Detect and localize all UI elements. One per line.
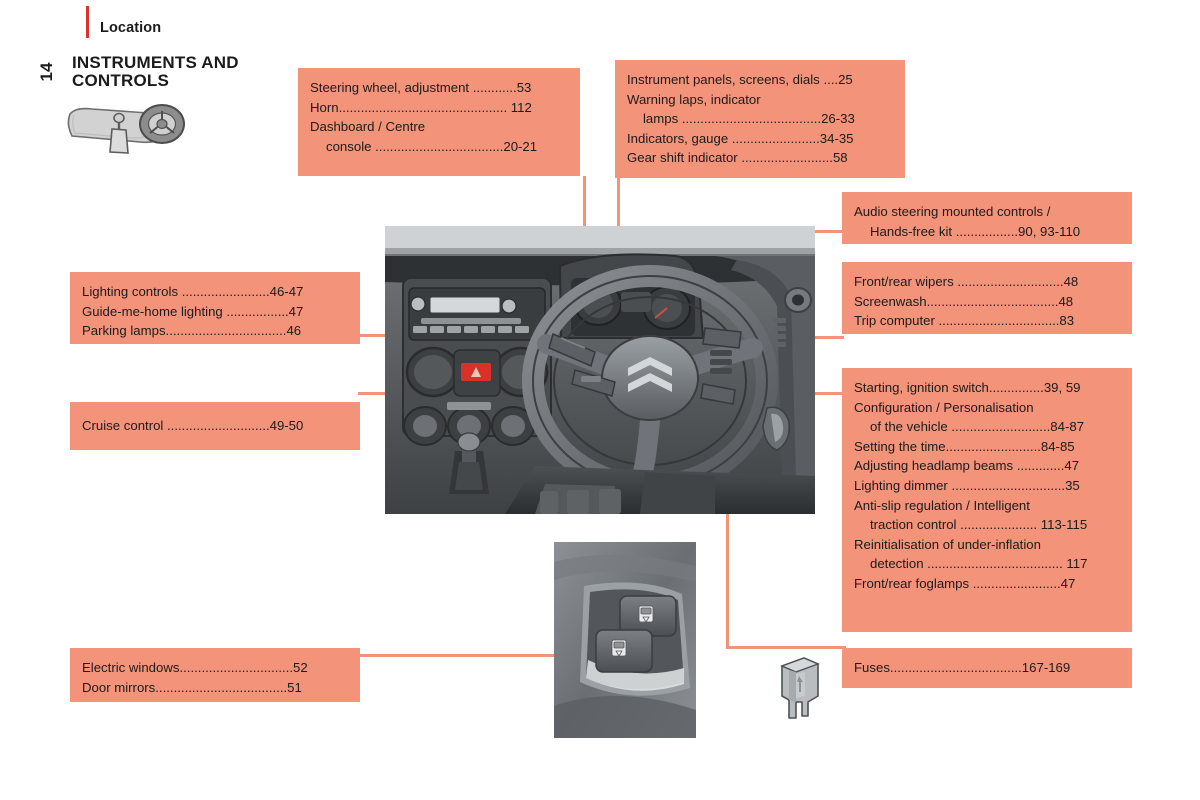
callout-wipers-screenwash: Front/rear wipers ......................…: [842, 262, 1132, 334]
callout-line: Trip computer ..........................…: [854, 313, 1075, 329]
fuse-icon: [772, 652, 824, 722]
callout-line: Configuration / Personalisation: [854, 399, 1034, 415]
window-switch-photo: [554, 542, 696, 738]
page-title: INSTRUMENTS AND CONTROLS: [72, 53, 239, 91]
callout-line: Dashboard / Centre: [310, 119, 426, 135]
callout-line: Door mirrors............................…: [82, 679, 302, 695]
callout-line: detection ..............................…: [870, 556, 1088, 572]
callout-electric-windows: Electric windows........................…: [70, 648, 360, 702]
callout-lighting-controls: Lighting controls ......................…: [70, 272, 360, 344]
callout-instrument-panels: Instrument panels, screens, dials ....25…: [615, 60, 905, 178]
manual-page: Location 14 INSTRUMENTS AND CONTROLS Ste…: [0, 0, 1200, 800]
callout-line: Reinitialisation of under-inflation: [854, 536, 1041, 552]
callout-line: Setting the time........................…: [854, 438, 1075, 454]
callout-cruise-control: Cruise control .........................…: [70, 402, 360, 450]
dashboard-photo: [385, 226, 815, 514]
callout-line: Starting, ignition switch...............…: [854, 380, 1081, 395]
callout-line: lamps ..................................…: [643, 111, 855, 127]
callout-line: Instrument panels, screens, dials ....25: [627, 72, 853, 87]
callout-line: Adjusting headlamp beams .............47: [854, 458, 1080, 474]
callout-line: Front/rear wipers ......................…: [854, 274, 1079, 289]
leader-fuses-h: [726, 646, 846, 649]
callout-steering-wheel: Steering wheel, adjustment ............5…: [298, 68, 580, 176]
callout-line: Screenwash..............................…: [854, 293, 1074, 309]
callout-line: Audio steering mounted controls /: [854, 204, 1051, 219]
callout-line: Front/rear foglamps ....................…: [854, 575, 1076, 591]
dashboard-steering-wheel-icon: [62, 96, 192, 156]
callout-line: Warning laps, indicator: [627, 91, 761, 107]
callout-line: Indicators, gauge ......................…: [627, 130, 854, 146]
callout-line: Guide-me-home lighting .................…: [82, 303, 304, 319]
callout-line: Electric windows........................…: [82, 660, 308, 675]
callout-line: Steering wheel, adjustment ............5…: [310, 80, 532, 95]
callout-line: Anti-slip regulation / Intelligent: [854, 497, 1030, 513]
callout-line: Lighting controls ......................…: [82, 284, 304, 299]
callout-line: Cruise control .........................…: [82, 418, 304, 433]
kicker-location: Location: [100, 20, 162, 36]
page-number: 14: [37, 62, 56, 82]
callout-line: Lighting dimmer ........................…: [854, 477, 1080, 493]
callout-line: Fuses...................................…: [854, 660, 1071, 675]
callout-line: of the vehicle .........................…: [870, 419, 1085, 435]
leader-windows-h: [358, 654, 586, 657]
callout-line: Gear shift indicator ...................…: [627, 150, 848, 166]
callout-line: traction control ..................... 1…: [870, 517, 1088, 533]
callout-starting-configuration: Starting, ignition switch...............…: [842, 368, 1132, 632]
callout-line: Hands-free kit .................90, 93-1…: [870, 223, 1081, 239]
callout-line: Horn....................................…: [310, 99, 532, 115]
location-accent-bar: [86, 6, 89, 38]
callout-audio-steering-controls: Audio steering mounted controls / Hands-…: [842, 192, 1132, 244]
callout-line: console ................................…: [326, 138, 538, 154]
callout-line: Parking lamps...........................…: [82, 323, 302, 339]
callout-fuses: Fuses...................................…: [842, 648, 1132, 688]
